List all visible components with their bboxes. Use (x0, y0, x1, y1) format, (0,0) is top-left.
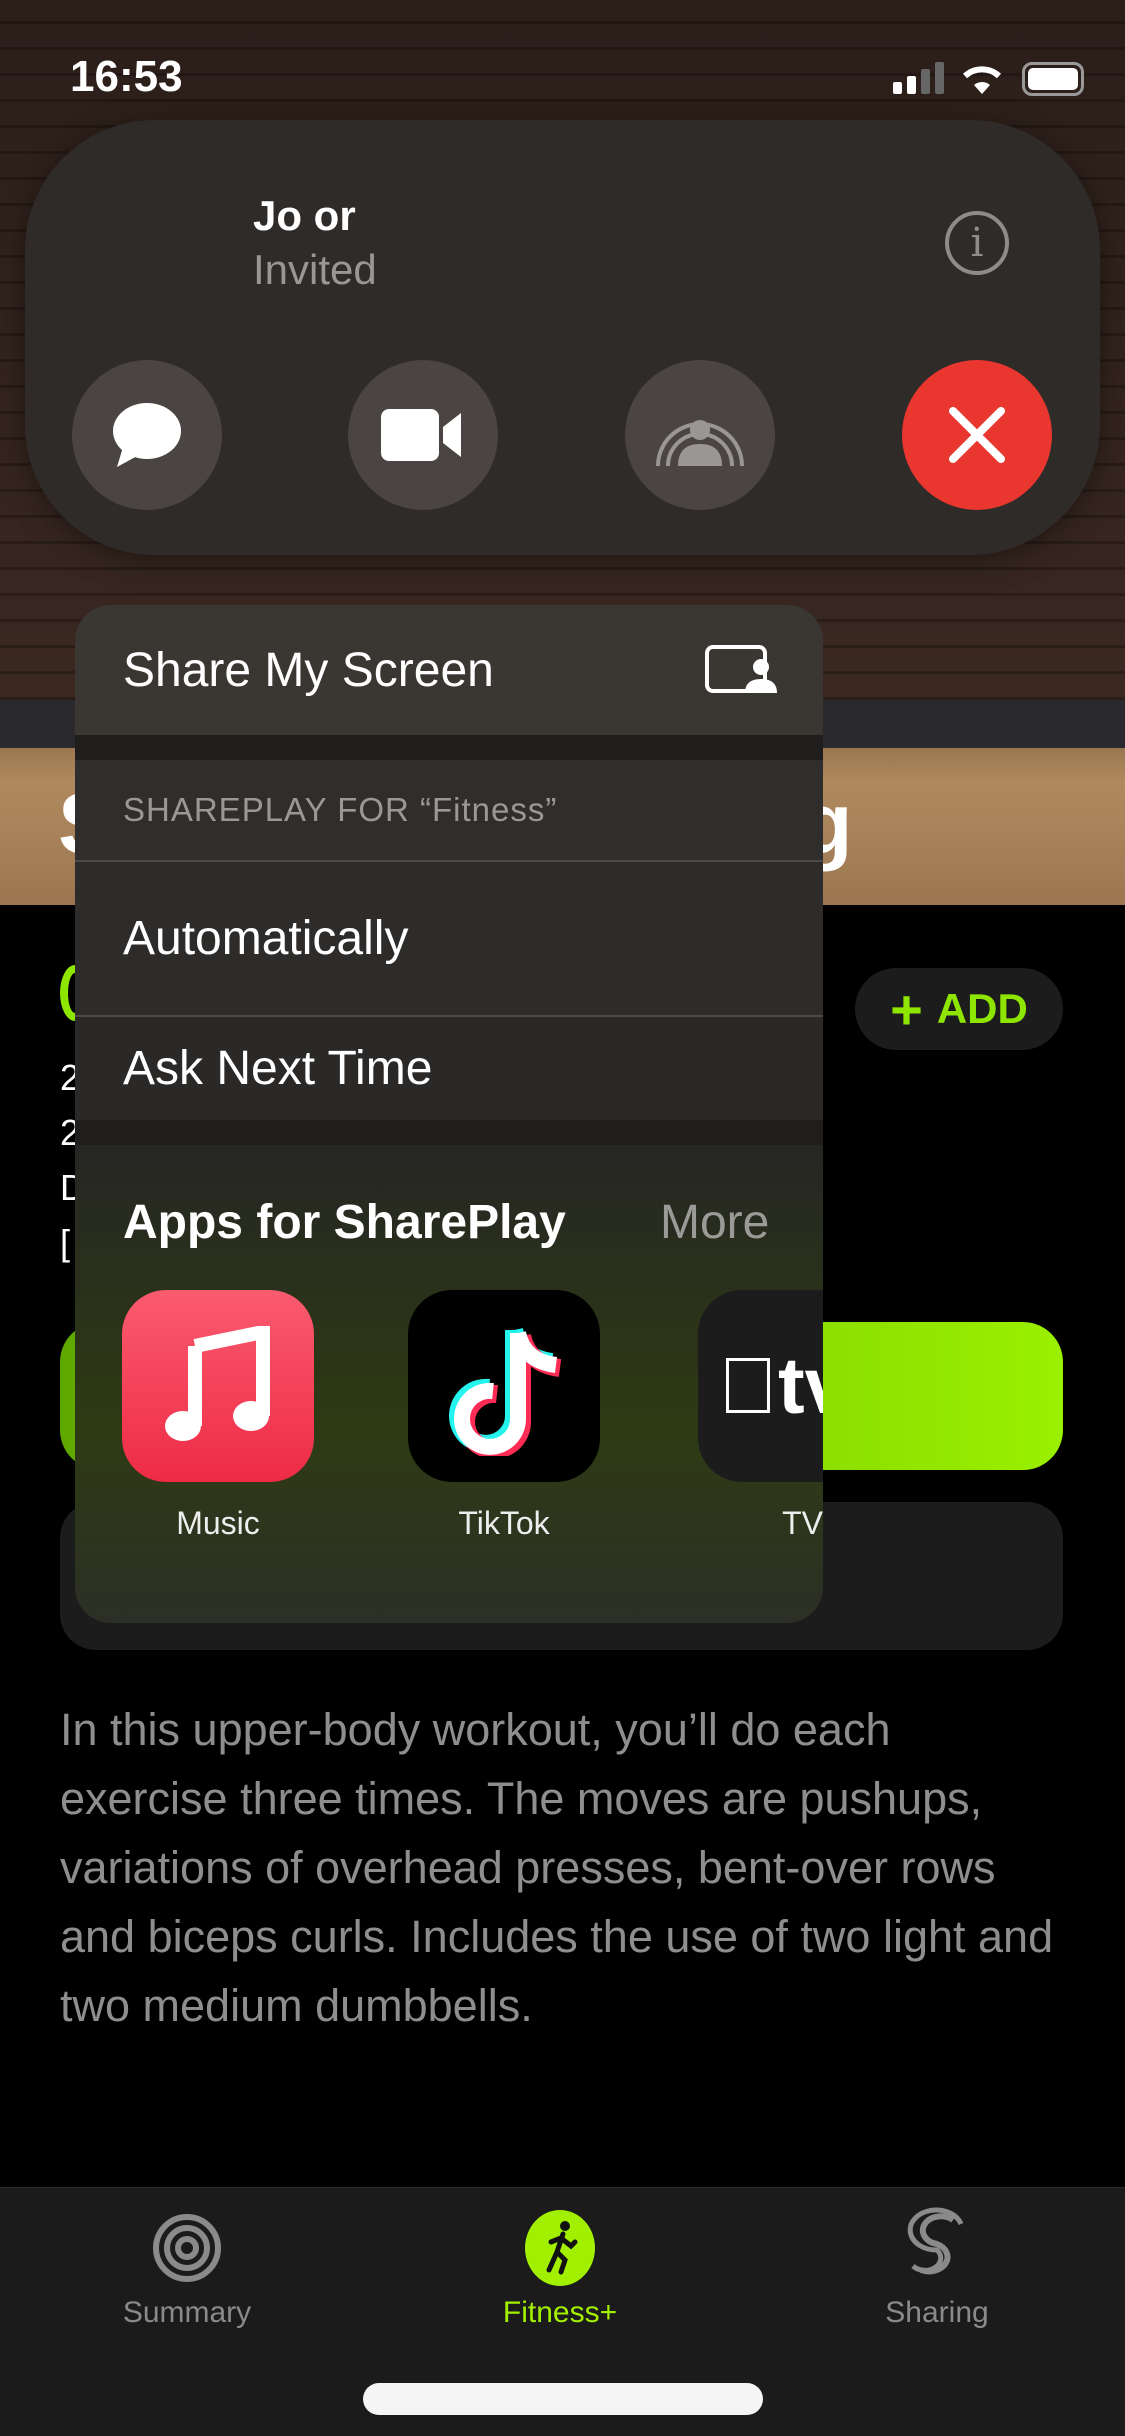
menu-gap (75, 1120, 823, 1145)
apple-tv-logo-icon: tv (718, 1341, 823, 1430)
option-automatically[interactable]: Automatically (75, 862, 823, 1015)
tiktok-label: TikTok (458, 1505, 550, 1541)
tab-fitness-plus[interactable]: Fitness+ (410, 2188, 710, 2368)
sharing-icon (907, 2207, 964, 2275)
music-app-button[interactable] (122, 1290, 314, 1482)
music-label: Music (176, 1505, 260, 1541)
video-icon (381, 409, 461, 461)
more-link[interactable]: More (660, 1195, 769, 1250)
caller-name: Jo or (253, 192, 356, 239)
message-button[interactable] (72, 360, 222, 510)
menu-gap (75, 735, 823, 760)
option-ask-next-time[interactable]: Ask Next Time (75, 1017, 823, 1120)
share-my-screen-label: Share My Screen (123, 643, 494, 697)
add-button[interactable]: + ADD (855, 968, 1063, 1050)
apps-title: Apps for SharePlay (123, 1196, 566, 1249)
running-figure-icon (525, 2210, 595, 2286)
video-button[interactable] (348, 360, 498, 510)
share-my-screen-item[interactable]: Share My Screen (75, 605, 823, 735)
tab-sharing[interactable]: Sharing (787, 2188, 1087, 2368)
tiktok-app-button[interactable] (408, 1290, 600, 1482)
workout-description: In this upper-body workout, you’ll do ea… (60, 1704, 1054, 2031)
tab-label: Sharing (885, 2296, 989, 2329)
screen-share-icon (705, 645, 777, 693)
home-indicator[interactable] (363, 2383, 763, 2415)
activity-rings-icon (153, 2214, 221, 2282)
close-icon (949, 407, 1005, 463)
battery-icon (1022, 62, 1084, 96)
tv-label: TV (782, 1505, 823, 1541)
shareplay-header: SHAREPLAY FOR “Fitness” (75, 760, 823, 860)
facetime-call-panel: Jo or Invited i (25, 120, 1100, 555)
tiktok-logo-icon (449, 1327, 562, 1456)
wifi-icon (962, 66, 1002, 94)
tab-label: Summary (122, 2296, 252, 2329)
tv-app-button[interactable]: tv (698, 1290, 823, 1482)
shareplay-button[interactable] (625, 360, 775, 510)
cellular-signal-icon (893, 62, 944, 94)
shareplay-menu: Share My Screen SHAREPLAY FOR “Fitness” … (75, 605, 823, 1623)
add-label: ADD (936, 985, 1028, 1032)
message-icon (113, 403, 181, 467)
plus-icon: + (890, 977, 923, 1041)
shareplay-icon (656, 420, 744, 467)
tab-summary[interactable]: Summary (37, 2188, 337, 2368)
info-icon[interactable]: i (945, 211, 1009, 275)
end-call-button[interactable] (902, 360, 1052, 510)
status-time: 16:53 (70, 52, 183, 101)
call-status: Invited (253, 246, 377, 293)
tab-label: Fitness+ (502, 2296, 618, 2329)
apps-for-shareplay-section: Apps for SharePlay More Music TikTok tv… (75, 1145, 823, 1623)
music-note-icon (165, 1326, 270, 1441)
